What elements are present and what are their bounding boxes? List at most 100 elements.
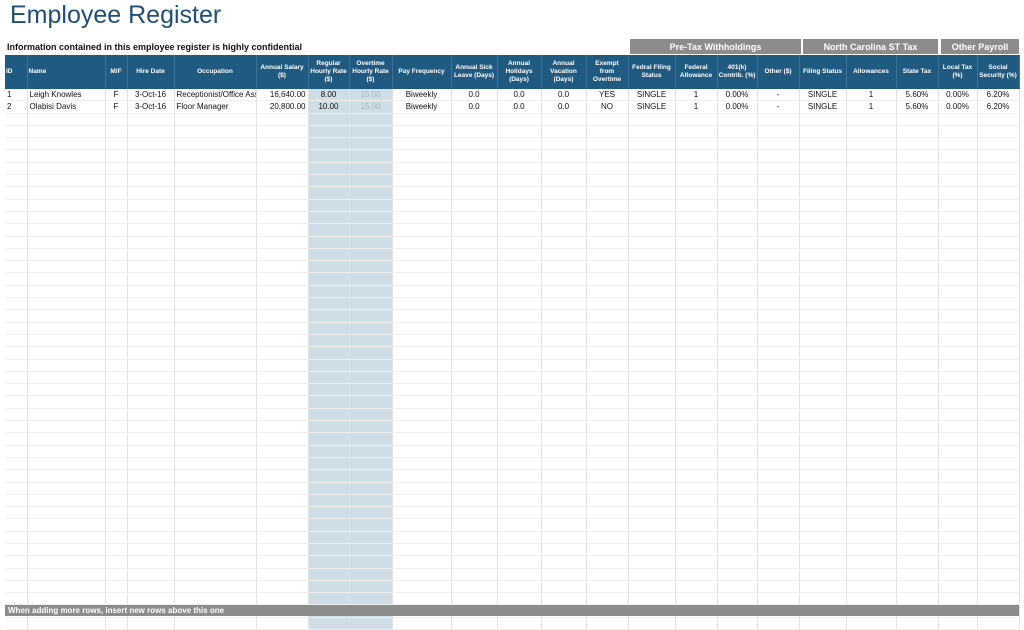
- table-cell[interactable]: [174, 285, 257, 299]
- table-cell[interactable]: [27, 248, 106, 262]
- table-cell[interactable]: [27, 236, 106, 249]
- table-cell[interactable]: [799, 149, 847, 163]
- table-cell[interactable]: [757, 457, 800, 471]
- table-cell[interactable]: [392, 457, 452, 471]
- table-cell[interactable]: [308, 346, 350, 360]
- table-cell[interactable]: [256, 408, 309, 422]
- table-cell[interactable]: [586, 482, 629, 495]
- table-cell[interactable]: [896, 531, 939, 544]
- table-cell[interactable]: [541, 322, 587, 335]
- table-cell[interactable]: [308, 236, 350, 249]
- table-cell[interactable]: [127, 199, 175, 212]
- table-cell[interactable]: [497, 457, 542, 471]
- table-cell[interactable]: F: [105, 89, 128, 102]
- table-cell[interactable]: [256, 260, 309, 274]
- table-cell[interactable]: [497, 580, 542, 594]
- column-header[interactable]: Regular Hourly Rate ($): [308, 55, 350, 89]
- table-cell[interactable]: [174, 125, 257, 139]
- table-cell[interactable]: [896, 137, 939, 151]
- table-cell[interactable]: [541, 334, 587, 348]
- table-cell[interactable]: [628, 617, 676, 630]
- table-cell[interactable]: [896, 149, 939, 163]
- table-cell[interactable]: [451, 260, 498, 274]
- table-cell[interactable]: [675, 137, 718, 151]
- table-cell[interactable]: [757, 408, 800, 422]
- table-cell[interactable]: [799, 137, 847, 151]
- table-cell[interactable]: [757, 506, 800, 520]
- table-cell[interactable]: [799, 395, 847, 409]
- table-cell[interactable]: [846, 383, 897, 397]
- table-cell[interactable]: [977, 617, 1020, 630]
- table-cell[interactable]: [628, 199, 676, 212]
- table-cell[interactable]: [308, 592, 350, 606]
- table-cell[interactable]: 15.00: [349, 100, 393, 114]
- table-cell[interactable]: [977, 236, 1020, 249]
- table-cell[interactable]: [757, 211, 800, 225]
- table-cell[interactable]: [938, 211, 978, 225]
- table-cell[interactable]: [717, 531, 758, 544]
- table-cell[interactable]: [938, 149, 978, 163]
- table-cell[interactable]: [541, 285, 587, 299]
- table-cell[interactable]: [675, 162, 718, 176]
- table-cell[interactable]: [5, 457, 28, 471]
- table-cell[interactable]: [308, 272, 350, 286]
- table-cell[interactable]: [586, 334, 629, 348]
- table-cell[interactable]: [717, 395, 758, 409]
- table-cell[interactable]: [497, 199, 542, 212]
- table-cell[interactable]: [799, 359, 847, 372]
- table-cell[interactable]: [586, 309, 629, 323]
- table-cell[interactable]: [497, 371, 542, 385]
- table-cell[interactable]: [308, 408, 350, 422]
- table-cell[interactable]: [256, 137, 309, 151]
- table-cell[interactable]: [757, 113, 800, 126]
- table-cell[interactable]: [896, 457, 939, 471]
- table-cell[interactable]: [308, 518, 350, 532]
- table-cell[interactable]: [308, 359, 350, 372]
- table-cell[interactable]: [846, 297, 897, 311]
- table-cell[interactable]: [174, 359, 257, 372]
- table-cell[interactable]: [127, 322, 175, 335]
- table-cell[interactable]: [497, 223, 542, 237]
- table-cell[interactable]: [586, 113, 629, 126]
- table-cell[interactable]: [256, 592, 309, 606]
- table-cell[interactable]: [628, 174, 676, 188]
- table-cell[interactable]: [105, 322, 128, 335]
- table-cell[interactable]: [896, 297, 939, 311]
- table-cell[interactable]: 0.0: [451, 100, 498, 114]
- table-cell[interactable]: [977, 174, 1020, 188]
- table-cell[interactable]: [757, 568, 800, 581]
- table-cell[interactable]: [174, 457, 257, 471]
- table-cell[interactable]: [846, 223, 897, 237]
- table-cell[interactable]: F: [105, 100, 128, 114]
- table-cell[interactable]: [541, 297, 587, 311]
- table-cell[interactable]: [717, 359, 758, 372]
- table-cell[interactable]: [896, 223, 939, 237]
- column-header[interactable]: Hire Date: [127, 55, 175, 89]
- table-cell[interactable]: 2: [5, 100, 28, 114]
- table-cell[interactable]: [451, 297, 498, 311]
- table-cell[interactable]: [127, 248, 175, 262]
- table-cell[interactable]: [105, 223, 128, 237]
- column-header[interactable]: Annual Vacation (Days): [541, 55, 587, 89]
- column-header[interactable]: Annual Salary ($): [256, 55, 309, 89]
- table-cell[interactable]: -: [757, 89, 800, 102]
- table-cell[interactable]: [27, 518, 106, 532]
- table-cell[interactable]: [256, 199, 309, 212]
- table-cell[interactable]: [451, 346, 498, 360]
- table-cell[interactable]: 3-Oct-16: [127, 89, 175, 102]
- table-cell[interactable]: [541, 555, 587, 569]
- table-cell[interactable]: [174, 334, 257, 348]
- table-cell[interactable]: [27, 531, 106, 544]
- table-cell[interactable]: [675, 236, 718, 249]
- table-cell[interactable]: [174, 137, 257, 151]
- table-cell[interactable]: [174, 309, 257, 323]
- table-cell[interactable]: [308, 469, 350, 483]
- table-cell[interactable]: [256, 297, 309, 311]
- table-cell[interactable]: [256, 285, 309, 299]
- table-cell[interactable]: [256, 543, 309, 557]
- table-cell[interactable]: [174, 223, 257, 237]
- table-cell[interactable]: [896, 617, 939, 630]
- table-cell[interactable]: [717, 113, 758, 126]
- table-cell[interactable]: [392, 125, 452, 139]
- table-cell[interactable]: [451, 223, 498, 237]
